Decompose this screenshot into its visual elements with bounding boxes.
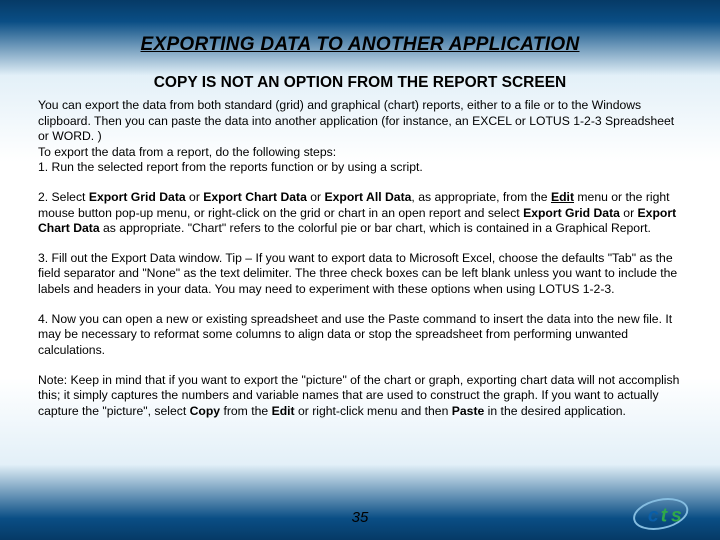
svg-text:t: t — [661, 506, 669, 527]
p5-mid1: from the — [220, 404, 271, 418]
p5-edit: Edit — [272, 404, 295, 418]
p2-export-grid-2: Export Grid Data — [523, 206, 620, 220]
p2-tail: as appropriate. "Chart" refers to the co… — [100, 221, 651, 235]
p2-export-grid: Export Grid Data — [89, 190, 186, 204]
svg-text:c: c — [648, 506, 659, 527]
p2-edit-menu: Edit — [551, 190, 574, 204]
p1-line-c: 1. Run the selected report from the repo… — [38, 160, 423, 174]
slide-title: EXPORTING DATA TO ANOTHER APPLICATION — [108, 34, 612, 56]
p2-or3: or — [620, 206, 638, 220]
p5-mid2: or right-click menu and then — [295, 404, 452, 418]
p2-pre: 2. Select — [38, 190, 89, 204]
svg-text:s: s — [671, 506, 682, 527]
page-number: 35 — [0, 509, 720, 526]
p2-mid1: , as appropriate, from the — [411, 190, 551, 204]
cts-logo: c t s — [632, 496, 710, 532]
slide-subtitle: COPY IS NOT AN OPTION FROM THE REPORT SC… — [83, 74, 637, 92]
paragraph-1: You can export the data from both standa… — [38, 98, 682, 176]
p2-export-chart: Export Chart Data — [203, 190, 307, 204]
p2-or2: or — [307, 190, 325, 204]
p5-copy: Copy — [190, 404, 220, 418]
p2-export-all: Export All Data — [325, 190, 412, 204]
paragraph-2: 2. Select Export Grid Data or Export Cha… — [38, 190, 682, 237]
p5-tail: in the desired application. — [484, 404, 626, 418]
paragraph-3: 3. Fill out the Export Data window. Tip … — [38, 251, 682, 298]
slide-body: EXPORTING DATA TO ANOTHER APPLICATION CO… — [0, 0, 720, 540]
paragraph-4: 4. Now you can open a new or existing sp… — [38, 312, 682, 359]
p2-or1: or — [186, 190, 204, 204]
p5-paste: Paste — [452, 404, 485, 418]
p1-line-b: To export the data from a report, do the… — [38, 145, 336, 159]
p1-line-a: You can export the data from both standa… — [38, 98, 674, 143]
paragraph-5: Note: Keep in mind that if you want to e… — [38, 373, 682, 420]
